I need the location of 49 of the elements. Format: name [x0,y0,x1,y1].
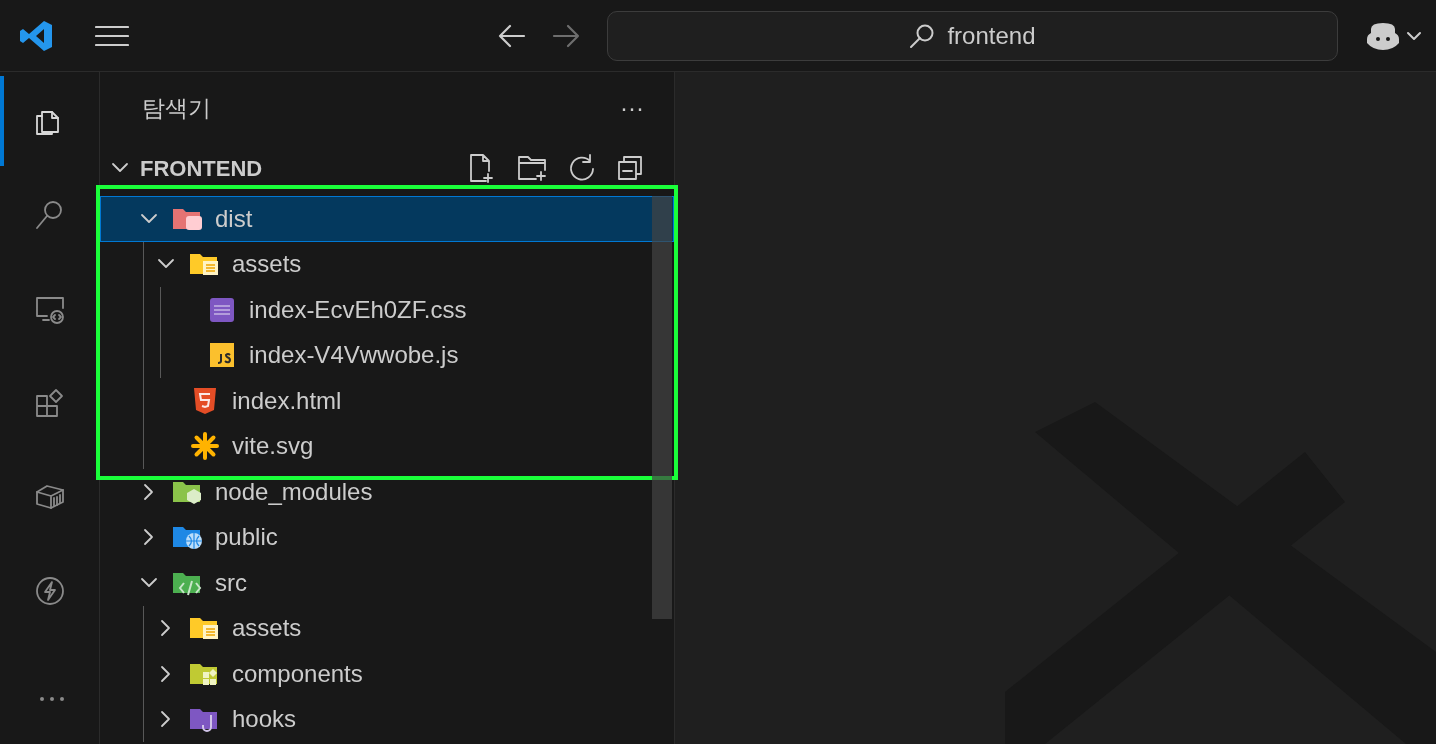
caret-icon [1406,30,1422,41]
section-title: FRONTEND [140,154,263,183]
js-file-icon [209,342,235,369]
folder-globe-icon [172,524,204,551]
sidebar-title: 탐색기 [142,93,211,123]
arrow-right-icon [552,23,580,48]
tree-item-label: src [215,567,247,598]
tree-item-label: vite.svg [232,431,314,462]
collapse-all-icon[interactable] [616,154,644,182]
lightning-icon [33,574,67,608]
section-header[interactable]: FRONTEND [100,144,674,192]
tree-item-label: node_modules [215,476,373,507]
folder-row[interactable]: assets [100,605,674,651]
folder-row[interactable]: node_modules [100,469,674,515]
menu-icon [95,23,129,48]
file-row[interactable]: vite.svg [100,423,674,469]
tree-item-label: assets [232,249,302,280]
folder-row[interactable]: hooks [100,696,674,742]
asterisk-icon [191,432,219,461]
more-actions-button[interactable]: ··· [620,96,644,120]
copilot-menu-button[interactable] [1366,20,1422,51]
folder-doc-icon [189,615,221,642]
search-field[interactable]: frontend [607,10,1338,61]
css-file-icon [209,296,235,323]
tree-item-label: index-EcvEh0ZF.css [249,294,467,325]
tree-item-label: public [215,522,278,553]
folder-row[interactable]: components [100,651,674,697]
tree-item-label: components [232,658,363,689]
folder-row[interactable]: dist [100,196,674,242]
search-icon [909,22,936,49]
search-value: frontend [947,20,1036,51]
folder-row[interactable]: src [100,560,674,606]
html5-icon [192,386,218,415]
scrollbar[interactable] [652,196,672,619]
tree-item-label: assets [232,613,302,644]
file-row[interactable]: index-V4Vwwobe.js [100,332,674,378]
refresh-icon[interactable] [568,153,596,183]
new-folder-icon[interactable] [516,153,548,183]
file-row[interactable]: index-EcvEh0ZF.css [100,287,674,333]
tree-item-label: index.html [232,385,342,416]
folder-row[interactable]: public [100,514,674,560]
tree-item-label: dist [215,203,253,234]
folder-row[interactable]: assets [100,241,674,287]
folder-doc-icon [189,251,221,278]
tree-item-label: hooks [232,704,297,735]
tree-item-label: index-V4Vwwobe.js [249,340,459,371]
app-logo-icon [19,18,53,53]
arrow-left-icon [498,23,526,48]
file-row[interactable]: index.html [100,378,674,424]
